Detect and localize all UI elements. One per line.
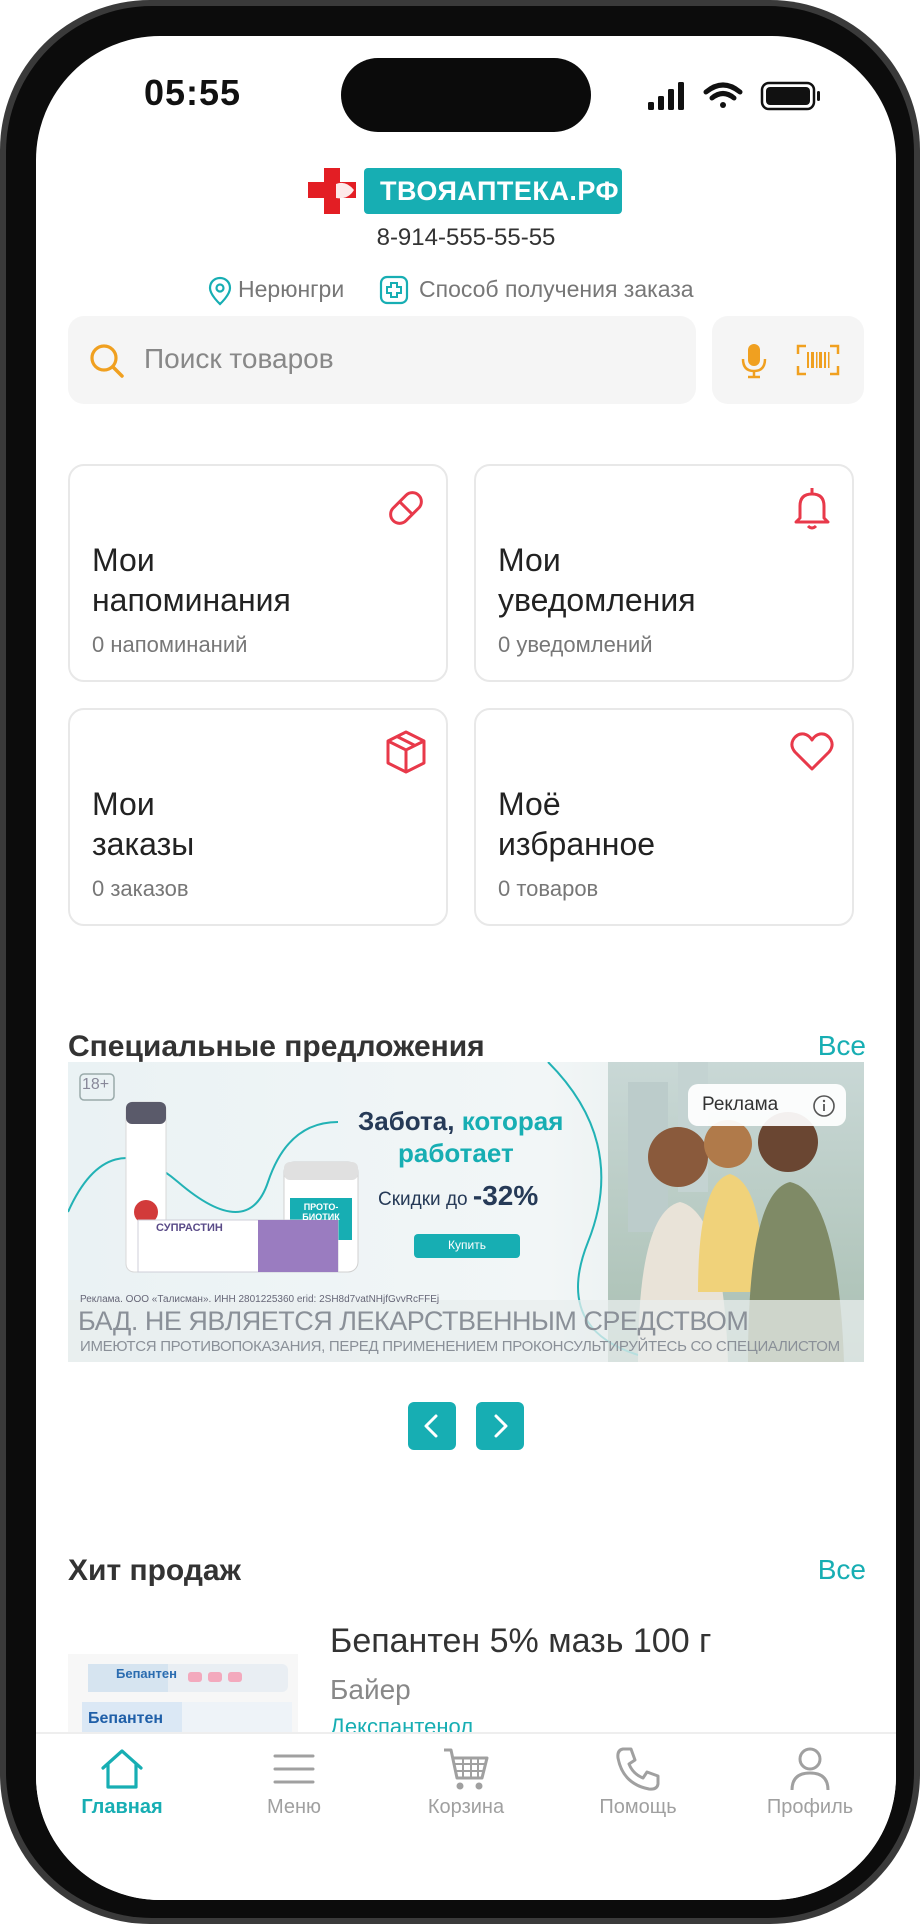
- product-image[interactable]: Бепантен Бепантен: [68, 1654, 298, 1744]
- package-label-box: Бепантен: [88, 1710, 164, 1727]
- box-icon: [386, 730, 426, 774]
- card-count: 0 товаров: [498, 876, 599, 901]
- tab-label: Главная: [81, 1796, 163, 1818]
- tab-label: Корзина: [427, 1796, 505, 1818]
- product-name[interactable]: Бепантен 5% мазь 100 г: [330, 1622, 711, 1661]
- signal-icon: [648, 82, 684, 110]
- package-label: Бепантен: [116, 1666, 177, 1681]
- barcode-scan-icon[interactable]: [796, 344, 840, 376]
- product-package-image: [68, 1654, 298, 1744]
- banner-headline: Забота, которая: [358, 1106, 564, 1136]
- special-offers-title: Специальные предложения: [68, 1030, 485, 1063]
- card-notifications[interactable]: Мои уведомления 0 уведомлений: [474, 464, 854, 682]
- cross-logo-icon: [308, 168, 356, 214]
- search-placeholder: Поиск товаров: [144, 343, 334, 374]
- bell-icon: [794, 488, 830, 530]
- tab-profile[interactable]: Профиль: [724, 1734, 896, 1844]
- carousel-prev-button[interactable]: [408, 1402, 456, 1450]
- bottom-tab-bar: Главная Меню Корзина Помощь Профиль: [36, 1732, 896, 1900]
- age-label: 18+: [82, 1076, 110, 1093]
- chevron-right-icon: [494, 1414, 508, 1438]
- card-title: Моё избранное: [498, 786, 656, 862]
- ad-label[interactable]: Реклама: [702, 1094, 778, 1116]
- city-label: Нерюнгри: [238, 276, 345, 302]
- banner-discount: Скидки до -32%: [378, 1180, 539, 1211]
- tab-menu[interactable]: Меню: [208, 1734, 380, 1844]
- product-maker: Байер: [330, 1674, 411, 1705]
- product-label-suprastin: СУПРАСТИН: [156, 1222, 223, 1234]
- phone-bezel: 05:55 ТВОЯАПТЕКА.РФ 8-914-555-55-55 Нерю…: [6, 6, 914, 1918]
- banner-headline-line2: работает: [398, 1138, 514, 1168]
- medical-cross-icon: [379, 275, 409, 305]
- bestsellers-all-link[interactable]: Все: [818, 1554, 866, 1586]
- card-reminders[interactable]: Мои напоминания 0 напоминаний: [68, 464, 448, 682]
- promo-banner[interactable]: 18+ Забота, которая работает Скидки до -…: [68, 1062, 864, 1362]
- card-orders[interactable]: Мои заказы 0 заказов: [68, 708, 448, 926]
- battery-icon: [760, 81, 820, 111]
- delivery-label: Способ получения заказа: [419, 276, 694, 302]
- location-row: Нерюнгри Способ получения заказа: [36, 274, 896, 314]
- tab-home[interactable]: Главная: [36, 1734, 208, 1844]
- screen: 05:55 ТВОЯАПТЕКА.РФ 8-914-555-55-55 Нерю…: [36, 36, 896, 1900]
- wifi-icon: [703, 82, 743, 108]
- menu-icon: [273, 1754, 315, 1784]
- pharmacy-phone[interactable]: 8-914-555-55-55: [36, 224, 896, 252]
- phone-icon: [616, 1747, 660, 1791]
- bestsellers-title: Хит продаж: [68, 1554, 241, 1587]
- status-icons: [648, 81, 820, 111]
- tab-help[interactable]: Помощь: [552, 1734, 724, 1844]
- tab-label: Помощь: [599, 1796, 677, 1818]
- tab-label: Профиль: [766, 1796, 854, 1818]
- search-tools: [712, 316, 864, 404]
- microphone-icon[interactable]: [740, 342, 768, 380]
- logo-text: ТВОЯАПТЕКА.РФ: [364, 168, 622, 214]
- info-icon[interactable]: [812, 1094, 836, 1118]
- search-input[interactable]: Поиск товаров: [68, 316, 696, 404]
- tab-label: Меню: [266, 1796, 322, 1818]
- special-offers-all-link[interactable]: Все: [818, 1030, 866, 1062]
- banner-warning-details: ИМЕЮТСЯ ПРОТИВОПОКАЗАНИЯ, ПЕРЕД ПРИМЕНЕН…: [80, 1338, 840, 1355]
- card-title: Мои заказы: [92, 786, 195, 862]
- app-logo[interactable]: ТВОЯАПТЕКА.РФ: [306, 164, 626, 220]
- card-count: 0 заказов: [92, 876, 189, 901]
- chevron-left-icon: [424, 1414, 438, 1438]
- phone-frame: 05:55 ТВОЯАПТЕКА.РФ 8-914-555-55-55 Нерю…: [0, 0, 920, 1924]
- profile-icon: [790, 1747, 830, 1791]
- card-title: Мои напоминания: [92, 542, 291, 618]
- card-count: 0 напоминаний: [92, 632, 248, 657]
- banner-legal: Реклама. ООО «Талисман». ИНН 2801225360 …: [80, 1294, 440, 1305]
- status-time: 05:55: [144, 72, 242, 113]
- banner-buy-button[interactable]: Купить: [414, 1238, 520, 1252]
- cart-icon: [444, 1748, 489, 1790]
- home-icon: [101, 1749, 143, 1789]
- search-icon: [90, 344, 124, 378]
- banner-warning: БАД. НЕ ЯВЛЯЕТСЯ ЛЕКАРСТВЕННЫМ СРЕДСТВОМ: [78, 1306, 749, 1336]
- heart-icon: [790, 732, 834, 771]
- product-label-probiotic: ПРОТО-БИОТИК: [302, 1202, 340, 1222]
- card-count: 0 уведомлений: [498, 632, 653, 657]
- dynamic-island: [341, 58, 591, 132]
- card-title: Мои уведомления: [498, 542, 696, 618]
- carousel-next-button[interactable]: [476, 1402, 524, 1450]
- pill-icon: [389, 491, 423, 525]
- card-favorites[interactable]: Моё избранное 0 товаров: [474, 708, 854, 926]
- tab-cart[interactable]: Корзина: [380, 1734, 552, 1844]
- location-pin-icon: [208, 276, 232, 306]
